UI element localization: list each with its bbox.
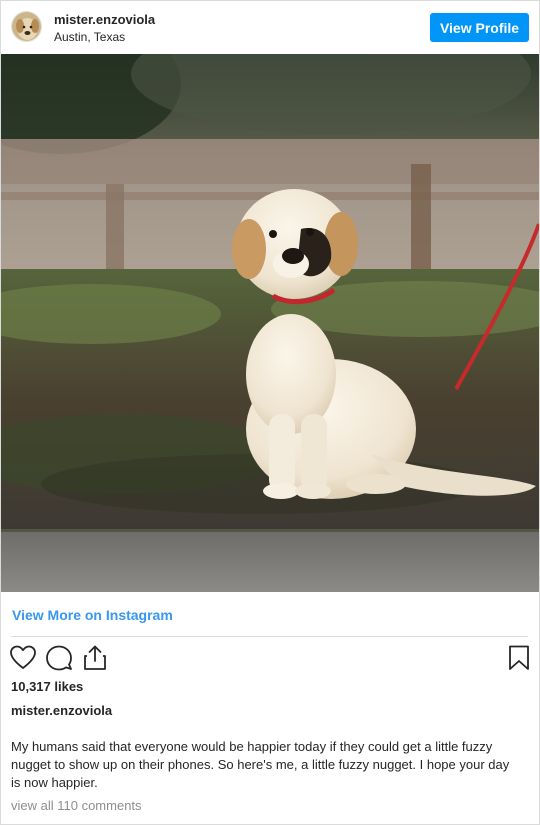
user-block: mister.enzoviola Austin, Texas bbox=[54, 12, 155, 45]
view-profile-button[interactable]: View Profile bbox=[430, 13, 529, 42]
instagram-embed-card: mister.enzoviola Austin, Texas View Prof… bbox=[0, 0, 540, 825]
post-photo[interactable] bbox=[1, 54, 539, 592]
comment-icon[interactable] bbox=[45, 644, 73, 672]
post-header: mister.enzoviola Austin, Texas View Prof… bbox=[1, 1, 539, 54]
header-location[interactable]: Austin, Texas bbox=[54, 29, 155, 45]
avatar[interactable] bbox=[11, 11, 42, 42]
caption-text: My humans said that everyone would be ha… bbox=[11, 739, 510, 790]
caption-username[interactable]: mister.enzoviola bbox=[11, 703, 112, 718]
likes-count[interactable]: 10,317 likes bbox=[11, 679, 83, 694]
view-more-on-instagram-link[interactable]: View More on Instagram bbox=[12, 607, 173, 623]
view-all-comments-link[interactable]: view all 110 comments bbox=[11, 798, 142, 813]
heart-icon[interactable] bbox=[9, 644, 37, 672]
bookmark-icon[interactable] bbox=[505, 644, 533, 672]
share-icon[interactable] bbox=[81, 644, 109, 672]
header-username[interactable]: mister.enzoviola bbox=[54, 12, 155, 28]
divider bbox=[11, 636, 528, 637]
action-bar bbox=[9, 644, 531, 672]
